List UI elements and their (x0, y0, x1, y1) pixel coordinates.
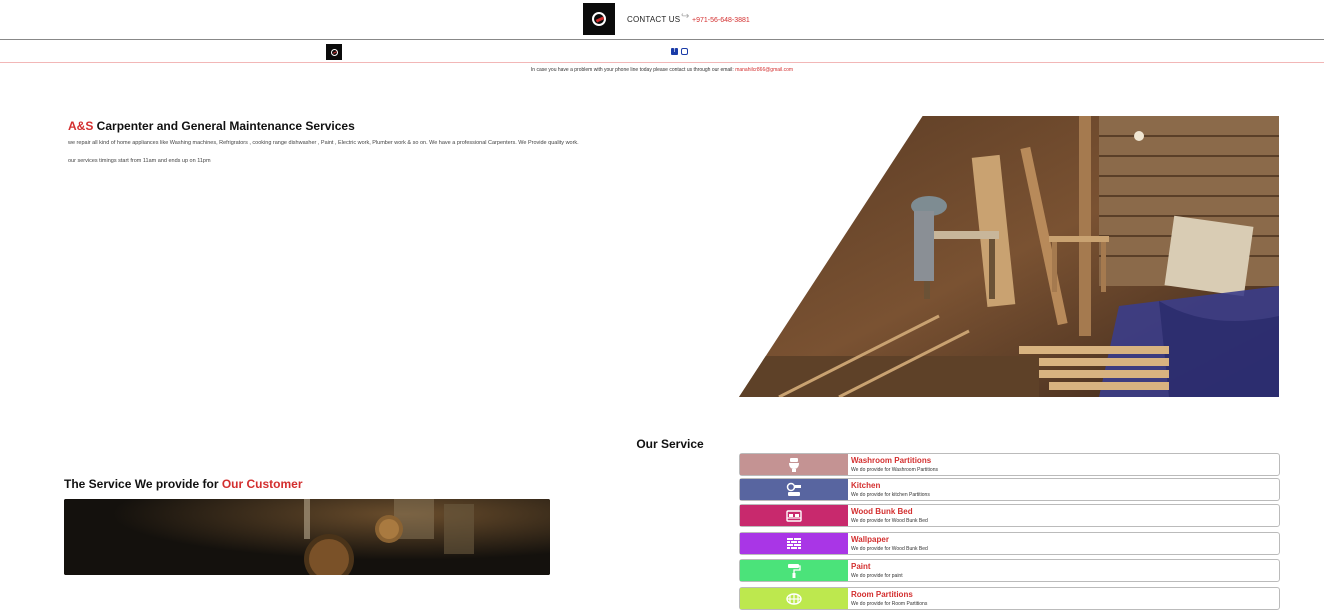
site-logo[interactable] (583, 3, 615, 35)
our-service-heading: Our Service (636, 437, 704, 451)
phone-number-link[interactable]: +971-56-648-3881 (692, 17, 750, 24)
hero-title-text: Carpenter and General Maintenance Servic… (93, 119, 355, 133)
logo-mark-icon (330, 48, 338, 56)
top-header: CONTACT US ↪ +971-56-648-3881 (0, 0, 1324, 40)
service-item[interactable]: Wood Bunk Bed We do provide for Wood Bunk… (739, 504, 1280, 527)
service-description: We do provide for Washroom Partitions (851, 467, 938, 473)
contact-us-link[interactable]: CONTACT US (627, 15, 680, 24)
service-description: We do provide for paint (851, 573, 903, 579)
instagram-icon[interactable] (681, 48, 688, 55)
notice-email-link[interactable]: manahilcr866@gmail.com (735, 67, 793, 73)
paint-roller-icon (740, 560, 848, 581)
hero-description: we repair all kind of home appliances li… (68, 140, 579, 146)
social-links: f (671, 48, 688, 55)
hero-workshop-image (739, 116, 1279, 397)
tools-illustration (64, 499, 550, 575)
service-name: Paint (851, 562, 871, 571)
hero-timing: our services timings start from 11am and… (68, 158, 211, 164)
service-description: We do provide for kitchen Partitions (851, 492, 930, 498)
nav-logo[interactable] (326, 44, 342, 60)
notice-bar: In case you have a problem with your pho… (0, 67, 1324, 73)
provide-heading-text: The Service We provide for (64, 477, 222, 491)
service-name: Washroom Partitions (851, 456, 932, 465)
service-item[interactable]: Wallpaper We do provide for Wood Bunk Bed (739, 532, 1280, 555)
hero-brand: A&S (68, 119, 94, 133)
service-image (64, 499, 550, 575)
nav-bar: f (0, 41, 1324, 63)
provide-heading: The Service We provide for Our Customer (64, 477, 303, 491)
logo-mark-icon (592, 12, 606, 26)
service-description: We do provide for Wood Bunk Bed (851, 518, 928, 524)
bed-icon (740, 505, 848, 526)
service-item[interactable]: Washroom Partitions We do provide for Was… (739, 453, 1280, 476)
facebook-icon[interactable]: f (671, 48, 678, 55)
service-item[interactable]: Paint We do provide for paint (739, 559, 1280, 582)
service-name: Room Partitions (851, 590, 913, 599)
notice-text: In case you have a problem with your pho… (530, 67, 736, 73)
provide-heading-accent: Our Customer (221, 477, 303, 491)
service-name: Kitchen (851, 481, 881, 490)
workshop-illustration (739, 116, 1279, 397)
service-item[interactable]: Kitchen We do provide for kitchen Partiti… (739, 478, 1280, 501)
service-item[interactable]: Room Partitions We do provide for Room Pa… (739, 587, 1280, 610)
toilet-icon (740, 454, 848, 475)
service-name: Wood Bunk Bed (851, 507, 913, 516)
kitchen-icon (740, 479, 848, 500)
phone-icon: ↪ (681, 11, 690, 22)
partition-icon (740, 588, 848, 609)
brick-wall-icon (740, 533, 848, 554)
service-description: We do provide for Wood Bunk Bed (851, 546, 928, 552)
hero-title: A&S Carpenter and General Maintenance Se… (68, 119, 355, 133)
service-description: We do provide for Room Partitions (851, 601, 928, 607)
service-name: Wallpaper (851, 535, 889, 544)
